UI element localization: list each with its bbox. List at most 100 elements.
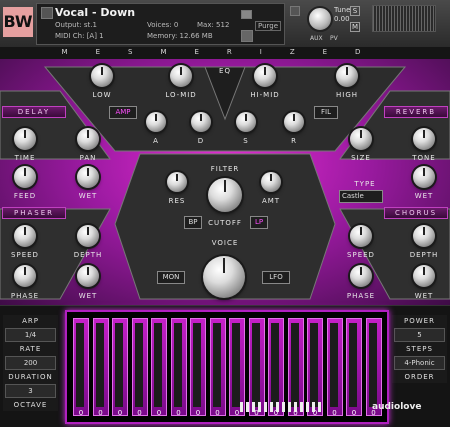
step-slider-track bbox=[368, 323, 377, 407]
phaser-wet-label: WET bbox=[78, 292, 98, 300]
amp-release-knob[interactable] bbox=[284, 112, 304, 132]
step-slider[interactable]: 0 bbox=[112, 318, 128, 417]
rate-value[interactable]: 200 bbox=[5, 356, 56, 370]
amp-attack-knob[interactable] bbox=[146, 112, 166, 132]
chorus-wet-knob[interactable] bbox=[413, 265, 435, 287]
midi-channel-select[interactable]: MIDI Ch: [A] 1 bbox=[55, 32, 104, 40]
power-label: POWER bbox=[404, 317, 435, 325]
filter-amt-knob[interactable] bbox=[261, 172, 281, 192]
delay-feed-label: FEED bbox=[13, 192, 37, 200]
delay-feed-knob[interactable] bbox=[14, 166, 36, 188]
lfo-button[interactable]: LFO bbox=[262, 271, 290, 284]
delay-wet-knob[interactable] bbox=[77, 166, 99, 188]
amp-sustain-knob[interactable] bbox=[236, 112, 256, 132]
mute-button[interactable]: M bbox=[350, 22, 360, 32]
reverb-size-label: SIZE bbox=[351, 154, 371, 162]
eq-high-knob[interactable] bbox=[336, 65, 358, 87]
mon-button[interactable]: MON bbox=[157, 271, 185, 284]
amp-button[interactable]: AMP bbox=[109, 106, 137, 119]
purge-button[interactable]: Purge bbox=[255, 21, 282, 31]
voice-knob[interactable] bbox=[203, 256, 245, 298]
step-slider[interactable]: 0 bbox=[131, 318, 148, 417]
camera-icon[interactable] bbox=[241, 10, 252, 19]
chorus-depth-knob[interactable] bbox=[413, 225, 435, 247]
step-slider[interactable]: 0 bbox=[73, 318, 89, 417]
eq-lo-mid-knob[interactable] bbox=[170, 65, 192, 87]
arp-value[interactable]: 1/4 bbox=[5, 328, 56, 342]
memory-readout: Memory: 12.66 MB bbox=[147, 32, 213, 40]
phaser-speed-knob[interactable] bbox=[14, 225, 36, 247]
step-indicator bbox=[240, 402, 324, 412]
step-slider[interactable]: 0 bbox=[170, 318, 187, 417]
step-value: 0 bbox=[332, 409, 337, 417]
step-slider[interactable]: 0 bbox=[151, 318, 167, 417]
step-slider-track bbox=[76, 323, 84, 407]
filter-lp-button[interactable]: LP bbox=[250, 216, 268, 229]
step-value: 0 bbox=[215, 409, 220, 417]
max-voices-field[interactable]: Max: 512 bbox=[197, 21, 229, 29]
pv-button[interactable]: PV bbox=[330, 35, 338, 42]
step-value: 0 bbox=[176, 409, 181, 417]
step-value: 0 bbox=[195, 409, 201, 417]
eq-label: EQ bbox=[219, 67, 231, 75]
rate-label: RATE bbox=[19, 345, 42, 353]
filter-cutoff-knob[interactable] bbox=[208, 178, 242, 212]
step-slider[interactable]: 0 bbox=[209, 318, 226, 417]
chorus-depth-label: DEPTH bbox=[409, 251, 439, 259]
phaser-speed-label: SPEED bbox=[11, 251, 39, 259]
info-icon[interactable] bbox=[241, 30, 253, 42]
steps-label: STEPS bbox=[406, 345, 433, 353]
step-slider[interactable]: 0 bbox=[326, 318, 343, 417]
eq-low-label: LOW bbox=[92, 91, 112, 99]
eq-low-knob[interactable] bbox=[91, 65, 113, 87]
output-select[interactable]: Output: st.1 bbox=[55, 21, 97, 29]
chorus-phase-label: PHASE bbox=[346, 292, 376, 300]
phaser-wet-knob[interactable] bbox=[77, 265, 99, 287]
filter-amt-label: AMT bbox=[261, 197, 281, 205]
steps-value[interactable]: 4-Phonic bbox=[394, 356, 445, 370]
aux-button[interactable]: AUX bbox=[310, 35, 323, 42]
filter-cutoff-label: CUTOFF bbox=[208, 219, 242, 227]
order-label: ORDER bbox=[404, 373, 435, 381]
phaser-depth-knob[interactable] bbox=[77, 225, 99, 247]
fil-button[interactable]: FIL bbox=[314, 106, 338, 119]
chorus-phase-knob[interactable] bbox=[350, 265, 372, 287]
tools-icon[interactable] bbox=[41, 7, 53, 19]
filter-res-label: RES bbox=[168, 197, 186, 205]
phaser-phase-label: PHASE bbox=[10, 292, 40, 300]
eq-high-label: HIGH bbox=[335, 91, 359, 99]
power-value[interactable]: 5 bbox=[394, 328, 445, 342]
step-slider[interactable]: 0 bbox=[190, 318, 206, 417]
power-controls: POWER 5 STEPS 4-Phonic ORDER bbox=[392, 315, 447, 383]
phaser-depth-label: DEPTH bbox=[73, 251, 103, 259]
step-slider[interactable]: 0 bbox=[92, 318, 109, 417]
delay-section-label: DELAY bbox=[2, 106, 66, 118]
eq-hi-mid-knob[interactable] bbox=[254, 65, 276, 87]
instrument-name[interactable]: Vocal - Down bbox=[55, 6, 135, 19]
tune-knob[interactable] bbox=[307, 6, 333, 32]
filter-label: FILTER bbox=[210, 165, 240, 173]
filter-res-knob[interactable] bbox=[167, 172, 187, 192]
delay-time-knob[interactable] bbox=[14, 128, 36, 150]
reverb-tone-knob[interactable] bbox=[413, 128, 435, 150]
reverb-type-select[interactable]: Castle bbox=[339, 190, 383, 203]
amp-decay-knob[interactable] bbox=[191, 112, 211, 132]
instrument-title: MESMERIZED bbox=[61, 48, 389, 56]
tune-value[interactable]: 0.00 bbox=[334, 15, 350, 23]
step-slider[interactable]: 0 bbox=[346, 318, 362, 417]
step-slider-track bbox=[115, 323, 123, 407]
reverb-wet-knob[interactable] bbox=[413, 166, 435, 188]
reverb-wet-label: WET bbox=[414, 192, 434, 200]
delay-pan-knob[interactable] bbox=[77, 128, 99, 150]
chorus-wet-label: WET bbox=[414, 292, 434, 300]
phaser-phase-knob[interactable] bbox=[14, 265, 36, 287]
octave-label: OCTAVE bbox=[13, 401, 48, 409]
reverb-size-knob[interactable] bbox=[350, 128, 372, 150]
close-icon[interactable] bbox=[290, 6, 300, 16]
delay-time-label: TIME bbox=[14, 154, 36, 162]
chorus-speed-knob[interactable] bbox=[350, 225, 372, 247]
filter-bp-button[interactable]: BP bbox=[184, 216, 202, 229]
solo-button[interactable]: S bbox=[350, 6, 360, 16]
step-value: 0 bbox=[137, 409, 142, 417]
duration-value[interactable]: 3 bbox=[5, 384, 56, 398]
